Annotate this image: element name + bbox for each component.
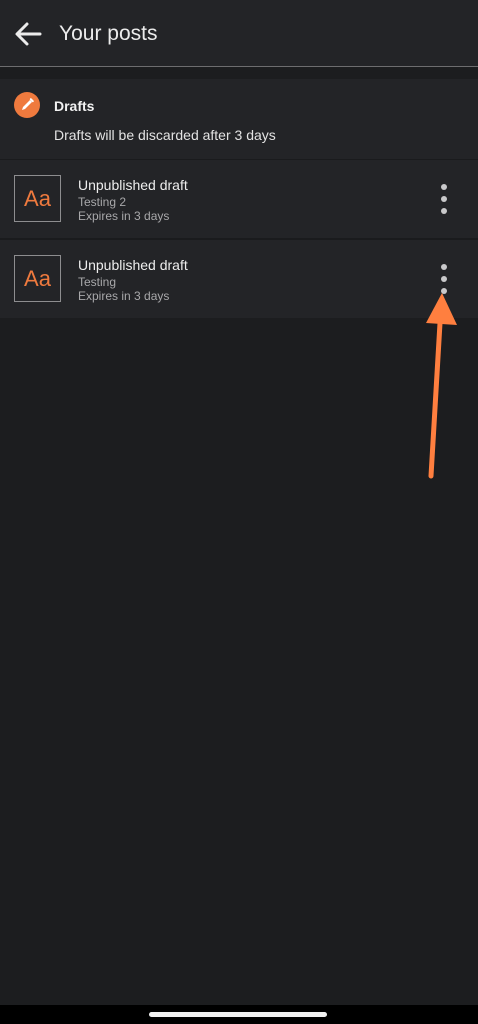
back-button[interactable] xyxy=(10,16,46,52)
draft-title: Unpublished draft xyxy=(78,257,188,273)
draft-thumbnail: Aa xyxy=(14,255,61,302)
draft-name: Testing xyxy=(78,275,117,289)
draft-thumbnail: Aa xyxy=(14,175,61,222)
drafts-title: Drafts xyxy=(54,98,95,114)
app-bar: Your posts xyxy=(0,0,478,67)
navigation-bar xyxy=(0,1005,478,1024)
section-gap xyxy=(0,67,478,79)
draft-expiry: Expires in 3 days xyxy=(78,289,170,303)
arrow-left-icon xyxy=(15,22,42,46)
draft-title: Unpublished draft xyxy=(78,177,188,193)
draft-expiry: Expires in 3 days xyxy=(78,209,170,223)
draft-row[interactable]: Aa Unpublished draft Testing Expires in … xyxy=(0,240,478,318)
pencil-icon xyxy=(14,92,40,118)
home-indicator[interactable] xyxy=(149,1012,327,1017)
draft-name: Testing 2 xyxy=(78,195,127,209)
more-vertical-icon[interactable] xyxy=(430,182,458,216)
drafts-subtitle: Drafts will be discarded after 3 days xyxy=(54,127,276,143)
drafts-header: Drafts Drafts will be discarded after 3 … xyxy=(0,79,478,160)
more-vertical-icon[interactable] xyxy=(430,262,458,296)
draft-row[interactable]: Aa Unpublished draft Testing 2 Expires i… xyxy=(0,160,478,240)
page-title: Your posts xyxy=(59,22,158,45)
